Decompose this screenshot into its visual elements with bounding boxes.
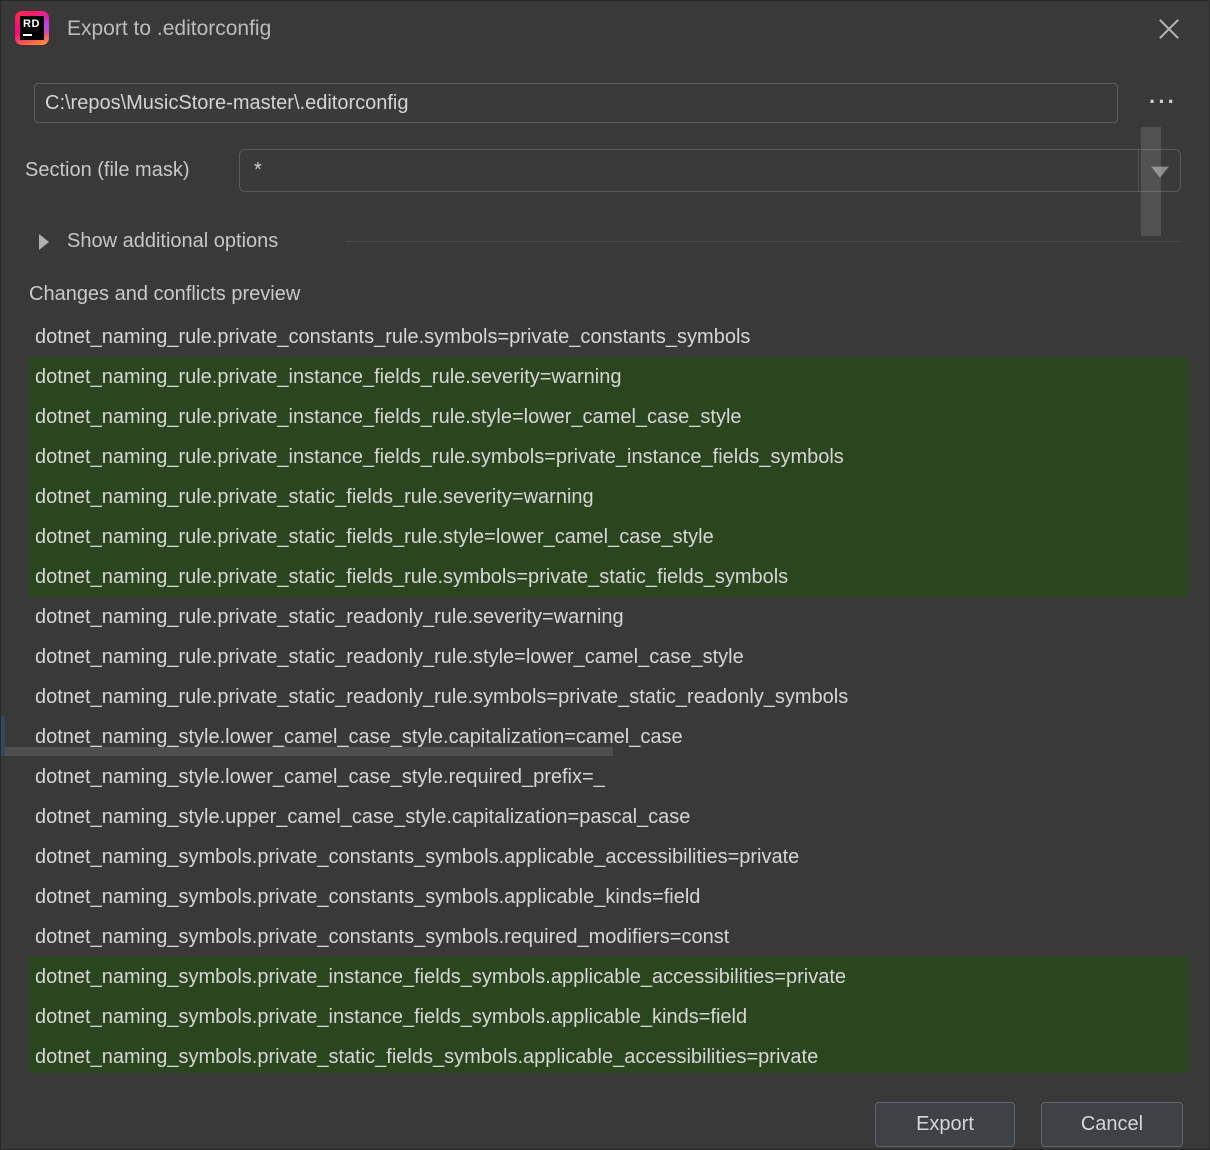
window-edge-accent: [1, 716, 5, 756]
preview-row[interactable]: dotnet_naming_rule.private_instance_fiel…: [29, 437, 1189, 477]
export-editorconfig-dialog: { "window": { "title": "Export to .edito…: [0, 0, 1210, 1150]
changes-preview-list[interactable]: dotnet_naming_rule.private_constants_rul…: [29, 317, 1189, 1073]
preview-row[interactable]: dotnet_naming_rule.private_instance_fiel…: [29, 397, 1189, 437]
vertical-scrollbar-thumb[interactable]: [1141, 127, 1161, 236]
browse-ellipsis-button[interactable]: ···: [1145, 87, 1181, 119]
preview-row[interactable]: dotnet_naming_symbols.private_static_fie…: [29, 1037, 1189, 1073]
combobox-value: *: [254, 150, 262, 191]
cancel-button[interactable]: Cancel: [1041, 1102, 1183, 1147]
rider-logo-text: RD: [23, 18, 40, 30]
preview-row[interactable]: dotnet_naming_rule.private_static_readon…: [29, 677, 1189, 717]
horizontal-scrollbar-thumb[interactable]: [3, 747, 613, 756]
file-path-input[interactable]: [34, 83, 1118, 123]
preview-row[interactable]: dotnet_naming_rule.private_static_fields…: [29, 477, 1189, 517]
expander-arrow-icon[interactable]: [39, 234, 49, 250]
preview-row[interactable]: dotnet_naming_style.lower_camel_case_sty…: [29, 757, 1189, 797]
preview-row[interactable]: dotnet_naming_symbols.private_instance_f…: [29, 997, 1189, 1037]
preview-row[interactable]: dotnet_naming_rule.private_static_readon…: [29, 637, 1189, 677]
close-icon[interactable]: [1155, 15, 1183, 43]
changes-preview-title: Changes and conflicts preview: [29, 283, 300, 306]
dialog-title: Export to .editorconfig: [67, 17, 271, 41]
preview-row[interactable]: dotnet_naming_symbols.private_constants_…: [29, 917, 1189, 957]
preview-row[interactable]: dotnet_naming_rule.private_static_fields…: [29, 517, 1189, 557]
show-additional-options-toggle[interactable]: Show additional options: [67, 230, 278, 253]
preview-row[interactable]: dotnet_naming_rule.private_instance_fiel…: [29, 357, 1189, 397]
rider-logo-underscore: [23, 34, 32, 36]
section-file-mask-combobox[interactable]: *: [239, 149, 1181, 192]
export-button[interactable]: Export: [875, 1102, 1015, 1147]
preview-row[interactable]: dotnet_naming_rule.private_constants_rul…: [29, 317, 1189, 357]
preview-row[interactable]: dotnet_naming_style.upper_camel_case_sty…: [29, 797, 1189, 837]
preview-row[interactable]: dotnet_naming_symbols.private_constants_…: [29, 837, 1189, 877]
rider-app-icon: RD: [15, 11, 49, 45]
preview-row[interactable]: dotnet_naming_rule.private_static_fields…: [29, 557, 1189, 597]
rider-logo-inner: RD: [20, 16, 44, 40]
preview-row[interactable]: dotnet_naming_symbols.private_instance_f…: [29, 957, 1189, 997]
separator-line: [346, 241, 1181, 242]
preview-row[interactable]: dotnet_naming_rule.private_static_readon…: [29, 597, 1189, 637]
section-file-mask-label: Section (file mask): [25, 159, 190, 182]
preview-row[interactable]: dotnet_naming_symbols.private_constants_…: [29, 877, 1189, 917]
